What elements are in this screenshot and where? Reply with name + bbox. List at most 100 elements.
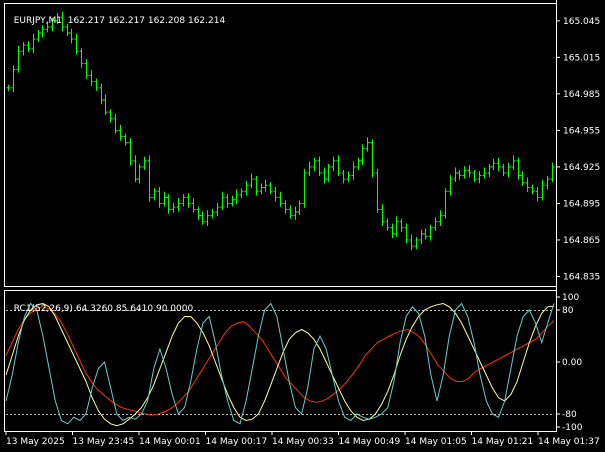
candle xyxy=(457,169,462,180)
indicator-series-line xyxy=(5,302,555,425)
candle xyxy=(176,197,181,212)
candle xyxy=(157,187,162,208)
candle xyxy=(307,161,312,177)
candle xyxy=(89,70,94,86)
candle xyxy=(540,179,545,201)
candle xyxy=(341,169,346,184)
candle xyxy=(142,156,147,170)
candle xyxy=(491,159,496,170)
candle xyxy=(433,217,438,231)
candle xyxy=(103,94,108,116)
candle xyxy=(511,155,516,170)
candle xyxy=(31,33,36,54)
candle xyxy=(423,228,428,240)
candle xyxy=(21,42,26,56)
candle xyxy=(322,167,327,184)
candle xyxy=(94,78,99,91)
candle xyxy=(312,157,317,172)
candle xyxy=(283,200,288,214)
indicator-name: RC1(52,26,9) xyxy=(13,304,73,314)
candle xyxy=(375,168,380,213)
candle xyxy=(79,48,84,68)
candle xyxy=(346,171,351,183)
candle xyxy=(123,133,128,146)
candle xyxy=(186,193,191,208)
candle xyxy=(385,218,390,231)
candle xyxy=(254,176,259,196)
candle xyxy=(360,144,365,166)
ohlc-readout: 162.217 162.217 162.208 162.214 xyxy=(67,16,226,26)
candle xyxy=(496,157,501,172)
candle xyxy=(380,204,385,226)
candle xyxy=(239,188,244,198)
time-tick-label: 14 May 00:17 xyxy=(206,437,268,447)
candle xyxy=(404,223,409,243)
candle xyxy=(525,177,530,192)
terminal-chart-window[interactable]: 165.045 165.015 164.985 164.955 164.925 164.8… xyxy=(0,0,605,452)
candle xyxy=(409,234,414,251)
indicator-series-line xyxy=(5,302,555,427)
time-tick-label: 14 May 01:21 xyxy=(472,437,534,447)
candle xyxy=(394,216,399,237)
candle xyxy=(462,166,467,179)
candle xyxy=(74,33,79,55)
candle xyxy=(36,29,41,43)
candle xyxy=(516,157,521,180)
time-tick-label: 14 May 00:01 xyxy=(139,437,201,447)
indicator-tick-label: 80 xyxy=(562,306,574,316)
candle xyxy=(365,137,370,152)
time-tick-label: 14 May 01:05 xyxy=(405,437,467,447)
candle xyxy=(550,162,555,183)
price-tick-label: 164.955 xyxy=(563,126,600,136)
indicator-lines[interactable] xyxy=(5,302,555,427)
candle xyxy=(273,187,278,202)
candle xyxy=(472,169,477,183)
candle xyxy=(26,40,31,52)
indicator-axis: 100 80 0.00 -80 -100 xyxy=(556,293,583,433)
candle xyxy=(99,83,104,105)
candle xyxy=(263,179,268,192)
price-tick-label: 165.045 xyxy=(563,17,600,27)
candle xyxy=(356,157,361,170)
time-tick-label: 14 May 00:33 xyxy=(272,437,334,447)
candle xyxy=(530,184,535,195)
price-tick-label: 164.895 xyxy=(563,199,600,209)
candle xyxy=(259,183,264,195)
candle xyxy=(108,109,113,123)
candle xyxy=(428,224,433,241)
candle xyxy=(84,59,89,79)
candle xyxy=(69,28,74,44)
candle xyxy=(443,188,448,219)
candle xyxy=(215,202,220,217)
candle xyxy=(545,176,550,190)
price-tick-label: 164.925 xyxy=(563,163,600,173)
candle xyxy=(448,174,453,196)
candle xyxy=(317,156,322,177)
candle xyxy=(438,210,443,226)
price-candles[interactable] xyxy=(6,11,555,251)
candle xyxy=(147,155,152,202)
candle xyxy=(191,197,196,213)
candle xyxy=(128,138,133,166)
candle xyxy=(137,163,142,184)
candle xyxy=(501,163,506,177)
candle xyxy=(487,163,492,178)
candle xyxy=(6,84,11,91)
candle xyxy=(268,182,273,195)
candle xyxy=(520,171,525,186)
time-tick-label: 13 May 2025 xyxy=(6,437,65,447)
candle xyxy=(297,200,302,215)
candle xyxy=(11,65,16,93)
price-panel-frame xyxy=(4,3,557,287)
candle xyxy=(351,161,356,180)
indicator-tick-label: 0.00 xyxy=(562,358,582,368)
symbol-header: EURJPY,M1 xyxy=(13,16,62,26)
candle xyxy=(506,162,511,178)
candle xyxy=(196,206,201,220)
candle xyxy=(152,188,157,201)
indicator-level-lines xyxy=(6,310,554,415)
candle xyxy=(200,211,205,225)
candle xyxy=(205,210,210,226)
candle xyxy=(477,171,482,184)
candle xyxy=(113,113,118,134)
